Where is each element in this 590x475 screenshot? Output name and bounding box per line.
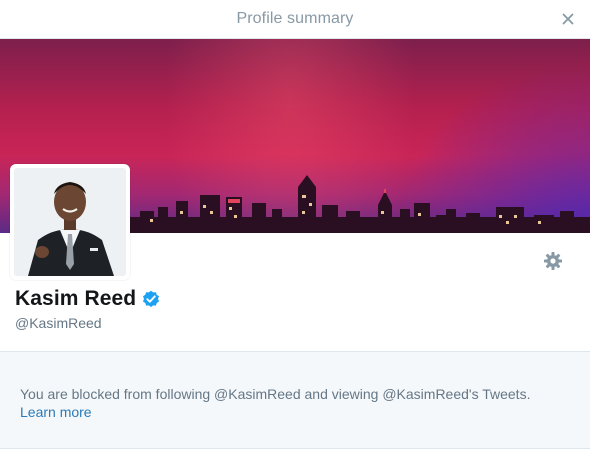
blocked-notice-text: You are blocked from following @KasimRee… [20,386,531,402]
close-button[interactable] [558,9,578,29]
profile-name-row: Kasim Reed [15,287,160,311]
dialog-title: Profile summary [236,10,354,27]
profile-photo [14,168,126,276]
dialog-header: Profile summary [0,0,590,39]
avatar [14,168,126,276]
gear-icon [544,252,562,270]
close-icon [562,13,574,25]
verified-badge-icon [142,290,160,308]
avatar-frame[interactable] [10,164,130,280]
settings-button[interactable] [542,250,564,272]
learn-more-link[interactable]: Learn more [20,404,92,420]
profile-handle[interactable]: @KasimReed [15,315,102,331]
profile-name[interactable]: Kasim Reed [15,287,136,311]
blocked-notice: You are blocked from following @KasimRee… [0,351,590,449]
